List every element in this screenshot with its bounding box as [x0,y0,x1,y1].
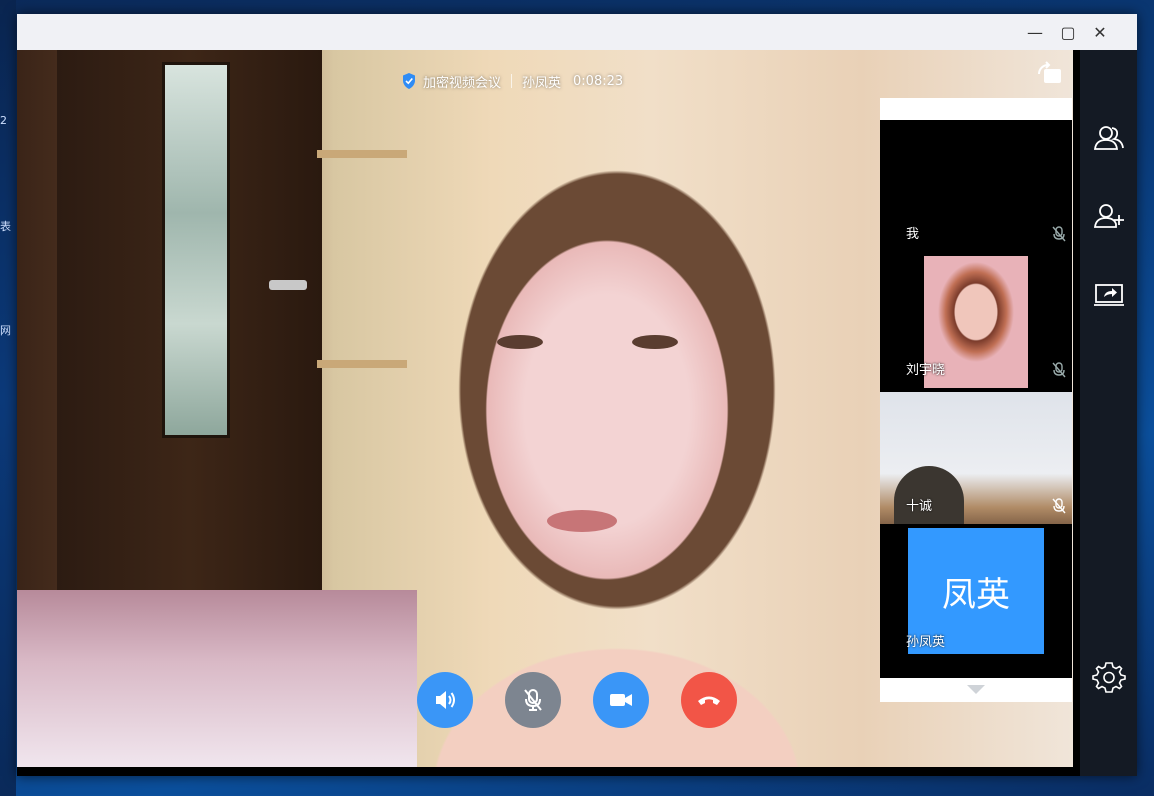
mic-muted-icon [1052,498,1066,514]
members-icon [1093,126,1124,150]
share-screen-button[interactable] [1092,278,1126,312]
speaker-mouth [547,510,617,532]
participant-tile[interactable]: 凤英 孙凤英 [880,528,1072,660]
caption-divider [511,74,513,88]
hangup-icon [698,696,720,705]
participant-name: 孙凤英 [906,635,946,650]
desktop-background: 2 表 网 [0,0,16,796]
call-controls [417,672,737,728]
chevron-down-icon [967,685,985,694]
rotate-icon [1038,61,1061,83]
participant-tile[interactable]: 我 [880,120,1072,252]
participant-name: 我 [906,227,920,242]
title-bar: — ▢ ✕ [17,14,1137,50]
settings-icon [1092,662,1126,693]
desktop-icon-label: 2 [0,114,7,127]
participant-name: 刘宇晓 [906,363,946,378]
shield-icon [403,73,415,89]
mic-muted-icon [1052,362,1066,378]
host-name: 孙凤英 [522,75,562,91]
close-button[interactable]: ✕ [1084,14,1116,50]
strip-scroll-up[interactable] [880,98,1072,120]
microphone-button[interactable] [505,672,561,728]
video-scene-glass [162,62,230,438]
call-duration: 0:08:23 [573,73,624,89]
add-member-icon [1093,204,1124,228]
speaker-eye [497,335,543,349]
encrypted-meeting-label: 加密视频会议 [423,75,502,91]
settings-button[interactable] [1092,660,1126,694]
participant-name: 十诚 [906,499,933,514]
speaker-face [457,200,757,620]
camera-button[interactable] [593,672,649,728]
speaker-eye [632,335,678,349]
call-content: 加密视频会议 孙凤英 0:08:23 我 刘宇晓 十诚 凤英 孙凤英 [17,50,1137,776]
minimize-button[interactable]: — [1019,14,1051,50]
strip-scroll-down[interactable] [880,678,1072,702]
participant-tile[interactable]: 十诚 [880,392,1072,524]
video-speaker [347,90,887,767]
participant-strip: 我 刘宇晓 十诚 凤英 孙凤英 [880,98,1072,702]
participant-tile[interactable]: 刘宇晓 [880,256,1072,388]
members-button[interactable] [1092,122,1126,156]
avatar-initials: 凤英 [942,574,1010,615]
close-icon: ✕ [1093,22,1107,42]
hangup-button[interactable] [681,672,737,728]
speaker-icon [436,691,455,709]
desktop-icon-label: 表 [0,220,11,233]
rotate-view-button[interactable] [1035,60,1063,86]
call-status-bar: 加密视频会议 孙凤英 0:08:23 [401,70,623,92]
add-member-button[interactable] [1092,200,1126,234]
right-sidebar [1080,50,1137,776]
main-video-feed: 加密视频会议 孙凤英 0:08:23 我 刘宇晓 十诚 凤英 孙凤英 [17,50,1073,767]
maximize-button[interactable]: ▢ [1052,14,1084,50]
share-screen-icon [1094,284,1124,306]
video-call-window: — ▢ ✕ 加密视频会议 孙凤英 0:08:23 我 刘宇晓 十诚 凤英 孙凤英 [17,14,1137,776]
video-scene-handle [269,280,307,290]
mic-muted-icon [1052,226,1066,242]
desktop-icon-label: 网 [0,324,11,337]
camera-icon [610,694,632,706]
speaker-button[interactable] [417,672,473,728]
minimize-icon: — [1027,22,1043,42]
maximize-icon: ▢ [1060,22,1076,42]
mic-off-icon [524,689,542,711]
